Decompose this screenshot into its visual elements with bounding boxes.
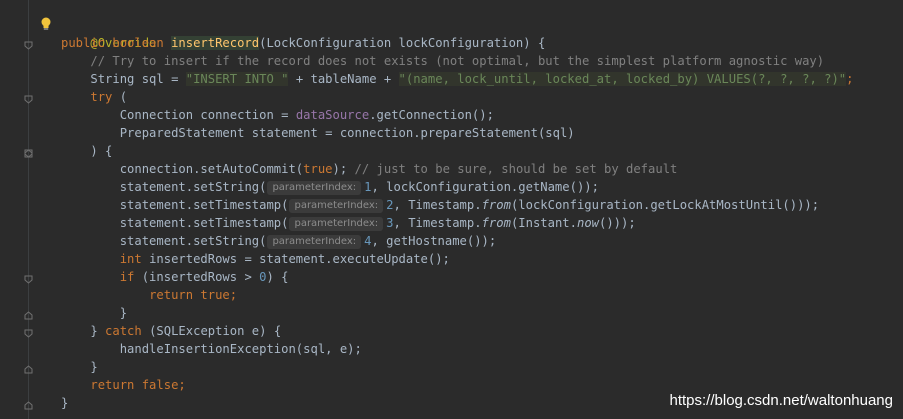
lightbulb-icon[interactable] (40, 17, 52, 31)
code-text: ) { (90, 144, 113, 158)
code-line[interactable]: statement.setString(parameterIndex: 1, lo… (61, 178, 599, 196)
keyword-token: public boolean (61, 36, 172, 50)
code-line[interactable]: statement.setString(parameterIndex: 4, ge… (61, 232, 496, 250)
fold-open-icon[interactable] (24, 95, 33, 104)
code-line[interactable]: try ( (61, 88, 127, 106)
code-text: PreparedStatement statement = connection… (119, 126, 575, 140)
code-text: + tableName + (288, 72, 399, 86)
code-text: (Instant. (510, 216, 577, 230)
code-text: , getHostname()); (371, 234, 497, 248)
code-line[interactable]: handleInsertionException(sql, e); (61, 340, 362, 358)
comment-token: // Try to insert if the record does not … (90, 54, 825, 68)
keyword-token: true (303, 162, 333, 176)
fold-open-icon[interactable] (24, 41, 33, 50)
code-text: ) { (266, 270, 289, 284)
code-line[interactable]: connection.setAutoCommit(true); // just … (61, 160, 678, 178)
code-line[interactable]: PreparedStatement statement = connection… (61, 124, 575, 142)
code-line[interactable]: public boolean insertRecord(LockConfigur… (61, 34, 545, 52)
number-token: 2 (386, 198, 394, 212)
fold-open-icon[interactable] (24, 329, 33, 338)
number-token: 4 (364, 234, 372, 248)
fold-close-icon[interactable] (24, 401, 33, 410)
code-text: , lockConfiguration.getName()); (371, 180, 599, 194)
number-token: 3 (386, 216, 394, 230)
code-editor[interactable]: @Override public boolean insertRecord(Lo… (0, 0, 903, 419)
fold-open-icon[interactable] (24, 275, 33, 284)
code-text: handleInsertionException(sql, e); (119, 342, 362, 356)
code-text: ); (332, 162, 355, 176)
code-line[interactable]: } (61, 358, 98, 376)
code-text: insertedRows = statement.executeUpdate()… (149, 252, 450, 266)
keyword-token: try (90, 90, 120, 104)
code-text: (SQLException e) { (149, 324, 282, 338)
code-text: } (61, 396, 69, 410)
comment-token: // just to be sure, should be set by def… (354, 162, 678, 176)
code-text: ( (119, 90, 128, 104)
code-line[interactable]: return true; (61, 286, 237, 304)
code-line[interactable]: } (61, 304, 127, 322)
code-text: ())); (599, 216, 636, 230)
code-line[interactable]: @Override (61, 16, 156, 50)
code-text: (lockConfiguration.getLockAtMostUntil())… (510, 198, 820, 212)
code-text: .getConnection(); (369, 108, 494, 122)
code-text: ; (846, 72, 854, 86)
static-method-token: from (481, 198, 511, 212)
code-text: statement.setString( (119, 180, 267, 194)
keyword-token: catch (105, 324, 150, 338)
code-line[interactable]: if (insertedRows > 0) { (61, 268, 289, 286)
keyword-token: return false (90, 378, 179, 392)
code-text: statement.setTimestamp( (119, 198, 289, 212)
code-line[interactable]: String sql = "INSERT INTO " + tableName … (61, 70, 853, 88)
string-token: "INSERT INTO " (185, 72, 289, 86)
code-line[interactable]: ) { (61, 142, 112, 160)
fold-close-icon[interactable] (24, 365, 33, 374)
static-method-token: from (481, 216, 511, 230)
code-text: , Timestamp. (393, 216, 482, 230)
code-text: statement.setString( (119, 234, 267, 248)
keyword-token: if (119, 270, 142, 284)
code-text: connection.setAutoCommit( (119, 162, 304, 176)
gutter-divider (28, 0, 29, 419)
code-line[interactable]: statement.setTimestamp(parameterIndex: 3,… (61, 214, 636, 232)
number-token: 1 (364, 180, 372, 194)
field-token: dataSource (295, 108, 370, 122)
parameter-hint: parameterIndex: (289, 217, 384, 231)
code-line[interactable]: return false; (61, 376, 186, 394)
code-text: Connection connection = (119, 108, 296, 122)
parameter-hint: parameterIndex: (267, 181, 362, 195)
code-text: ; (178, 378, 186, 392)
parameter-hint: parameterIndex: (267, 235, 362, 249)
keyword-token: int (119, 252, 150, 266)
code-line[interactable]: } (61, 394, 68, 412)
code-line[interactable]: // Try to insert if the record does not … (61, 52, 824, 70)
method-name-token: insertRecord (171, 36, 260, 50)
code-text: (LockConfiguration lockConfiguration) { (259, 36, 546, 50)
code-line[interactable]: } catch (SQLException e) { (61, 322, 281, 340)
code-text: ; (229, 288, 238, 302)
parameter-hint: parameterIndex: (289, 199, 384, 213)
fold-open-icon[interactable] (24, 149, 33, 158)
static-method-token: now (576, 216, 599, 230)
fold-close-icon[interactable] (24, 311, 33, 320)
code-text: (insertedRows > (141, 270, 260, 284)
code-text: statement.setTimestamp( (119, 216, 289, 230)
watermark-text: https://blog.csdn.net/waltonhuang (669, 392, 894, 409)
code-text: String sql = (90, 72, 186, 86)
keyword-token: return true (149, 288, 230, 302)
string-token: "(name, lock_until, locked_at, locked_by… (398, 72, 847, 86)
code-text: } (90, 324, 106, 338)
code-line[interactable]: statement.setTimestamp(parameterIndex: 2,… (61, 196, 819, 214)
code-line[interactable]: int insertedRows = statement.executeUpda… (61, 250, 450, 268)
code-text: } (119, 306, 128, 320)
code-line[interactable]: Connection connection = dataSource.getCo… (61, 106, 494, 124)
code-text: , Timestamp. (393, 198, 482, 212)
code-text: } (90, 360, 98, 374)
